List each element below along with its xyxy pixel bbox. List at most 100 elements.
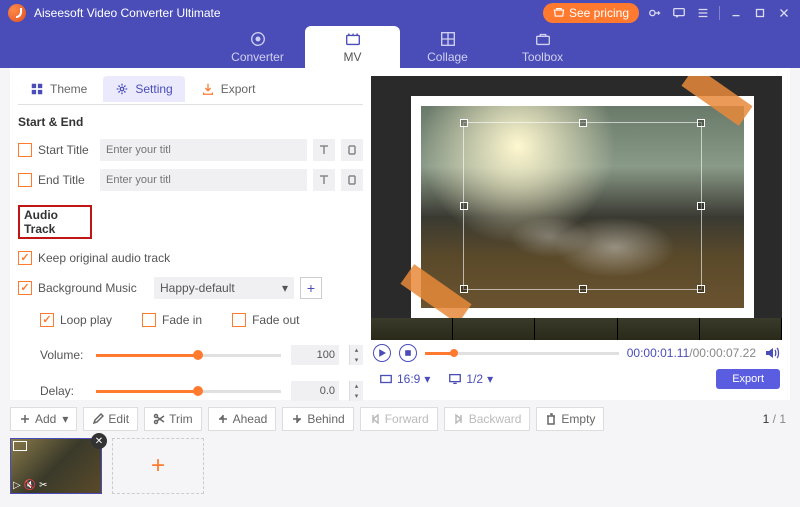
audio-track-heading: Audio Track	[18, 205, 92, 239]
clip-thumbnail[interactable]: ✕ ▷ 🔇 ✂	[10, 438, 102, 494]
trim-button[interactable]: Trim	[144, 407, 202, 431]
menu-icon[interactable]	[695, 5, 711, 21]
start-title-text-style[interactable]	[313, 139, 335, 161]
settings-tabs: Theme Setting Export	[18, 76, 363, 105]
end-title-text-style[interactable]	[313, 169, 335, 191]
clip-toolbar: Add▾ Edit Trim Ahead Behind Forward Back…	[10, 404, 790, 434]
empty-button[interactable]: Empty	[536, 407, 604, 431]
add-music-button[interactable]: +	[300, 277, 322, 299]
page-info: 1 / 1	[763, 412, 790, 426]
end-title-input[interactable]	[100, 169, 307, 191]
nav-converter[interactable]: Converter	[210, 26, 305, 68]
play-button[interactable]	[373, 344, 391, 362]
chevron-down-icon: ▾	[424, 372, 430, 386]
edit-icon[interactable]: ✂	[39, 480, 47, 491]
ahead-button[interactable]: Ahead	[208, 407, 277, 431]
remove-clip-button[interactable]: ✕	[91, 433, 107, 449]
loop-checkbox[interactable]	[40, 313, 54, 327]
volume-row: Volume: 100 ▴▾	[40, 345, 363, 365]
start-title-input[interactable]	[100, 139, 307, 161]
chevron-down-icon: ▾	[282, 281, 288, 295]
crop-handle[interactable]	[697, 285, 705, 293]
volume-up[interactable]: ▴	[349, 345, 363, 355]
titlebar: Aiseesoft Video Converter Ultimate See p…	[0, 0, 800, 26]
settings-panel: Theme Setting Export Start & End Start T…	[18, 76, 363, 392]
key-icon[interactable]	[647, 5, 663, 21]
crop-handle[interactable]	[460, 119, 468, 127]
minimize-button[interactable]	[728, 5, 744, 21]
chevron-down-icon: ▾	[487, 372, 493, 386]
edit-button[interactable]: Edit	[83, 407, 138, 431]
crop-box[interactable]	[463, 122, 702, 290]
keep-original-label: Keep original audio track	[38, 251, 170, 265]
nav-collage[interactable]: Collage	[400, 26, 495, 68]
tab-setting[interactable]: Setting	[103, 76, 184, 102]
play-icon[interactable]: ▷	[13, 480, 21, 491]
forward-button[interactable]: Forward	[360, 407, 438, 431]
feedback-icon[interactable]	[671, 5, 687, 21]
maximize-button[interactable]	[752, 5, 768, 21]
nav-mv[interactable]: MV	[305, 26, 400, 68]
time-display: 00:00:01.11/00:00:07.22	[627, 346, 756, 360]
delay-up[interactable]: ▴	[349, 381, 363, 391]
keep-original-checkbox[interactable]	[18, 251, 32, 265]
end-title-duration[interactable]	[341, 169, 363, 191]
background-music-label: Background Music	[38, 281, 148, 295]
close-button[interactable]	[776, 5, 792, 21]
see-pricing-button[interactable]: See pricing	[543, 3, 639, 23]
add-button[interactable]: Add▾	[10, 407, 77, 431]
start-end-heading: Start & End	[18, 115, 363, 129]
preview-panel: 00:00:01.11/00:00:07.22 16:9 ▾ 1/2 ▾ Exp…	[363, 76, 782, 392]
preview-area[interactable]	[371, 76, 782, 340]
app-title: Aiseesoft Video Converter Ultimate	[34, 6, 543, 20]
start-title-duration[interactable]	[341, 139, 363, 161]
audio-options: Loop play Fade in Fade out	[40, 313, 363, 327]
crop-handle[interactable]	[697, 119, 705, 127]
delay-value: 0.0	[291, 381, 339, 401]
player-controls: 00:00:01.11/00:00:07.22	[371, 340, 782, 366]
main-area: Theme Setting Export Start & End Start T…	[10, 68, 790, 400]
crop-handle[interactable]	[460, 202, 468, 210]
background-music-row: Background Music Happy-default ▾ +	[18, 277, 363, 299]
crop-handle[interactable]	[460, 285, 468, 293]
volume-down[interactable]: ▾	[349, 355, 363, 365]
clip-badge-icon	[13, 441, 27, 451]
aspect-ratio-button[interactable]: 16:9 ▾	[373, 370, 436, 388]
tab-export[interactable]: Export	[189, 76, 268, 102]
keep-original-row: Keep original audio track	[18, 251, 363, 265]
start-title-checkbox[interactable]	[18, 143, 32, 157]
progress-bar[interactable]	[425, 352, 619, 355]
delay-label: Delay:	[40, 384, 86, 398]
start-title-row: Start Title	[18, 139, 363, 161]
crop-handle[interactable]	[579, 119, 587, 127]
app-logo	[8, 4, 26, 22]
export-row: 16:9 ▾ 1/2 ▾ Export	[371, 366, 782, 392]
end-title-label: End Title	[38, 173, 94, 187]
add-clip-button[interactable]: +	[112, 438, 204, 494]
volume-label: Volume:	[40, 348, 86, 362]
end-title-row: End Title	[18, 169, 363, 191]
volume-icon[interactable]	[764, 345, 780, 361]
backward-button[interactable]: Backward	[444, 407, 531, 431]
tab-theme[interactable]: Theme	[18, 76, 99, 102]
filmstrip[interactable]	[371, 318, 782, 340]
volume-slider[interactable]	[96, 354, 281, 357]
end-title-checkbox[interactable]	[18, 173, 32, 187]
crop-handle[interactable]	[579, 285, 587, 293]
clip-thumbnails: ✕ ▷ 🔇 ✂ +	[10, 438, 790, 494]
crop-handle[interactable]	[697, 202, 705, 210]
export-button[interactable]: Export	[716, 369, 780, 389]
fade-out-checkbox[interactable]	[232, 313, 246, 327]
main-nav: Converter MV Collage Toolbox	[0, 26, 800, 68]
nav-toolbox[interactable]: Toolbox	[495, 26, 590, 68]
behind-button[interactable]: Behind	[282, 407, 353, 431]
delay-down[interactable]: ▾	[349, 391, 363, 401]
background-music-dropdown[interactable]: Happy-default ▾	[154, 277, 294, 299]
stop-button[interactable]	[399, 344, 417, 362]
fade-in-checkbox[interactable]	[142, 313, 156, 327]
volume-value: 100	[291, 345, 339, 365]
screen-count-button[interactable]: 1/2 ▾	[442, 370, 499, 388]
delay-slider[interactable]	[96, 390, 281, 393]
mute-icon[interactable]: 🔇	[24, 480, 36, 491]
background-music-checkbox[interactable]	[18, 281, 32, 295]
